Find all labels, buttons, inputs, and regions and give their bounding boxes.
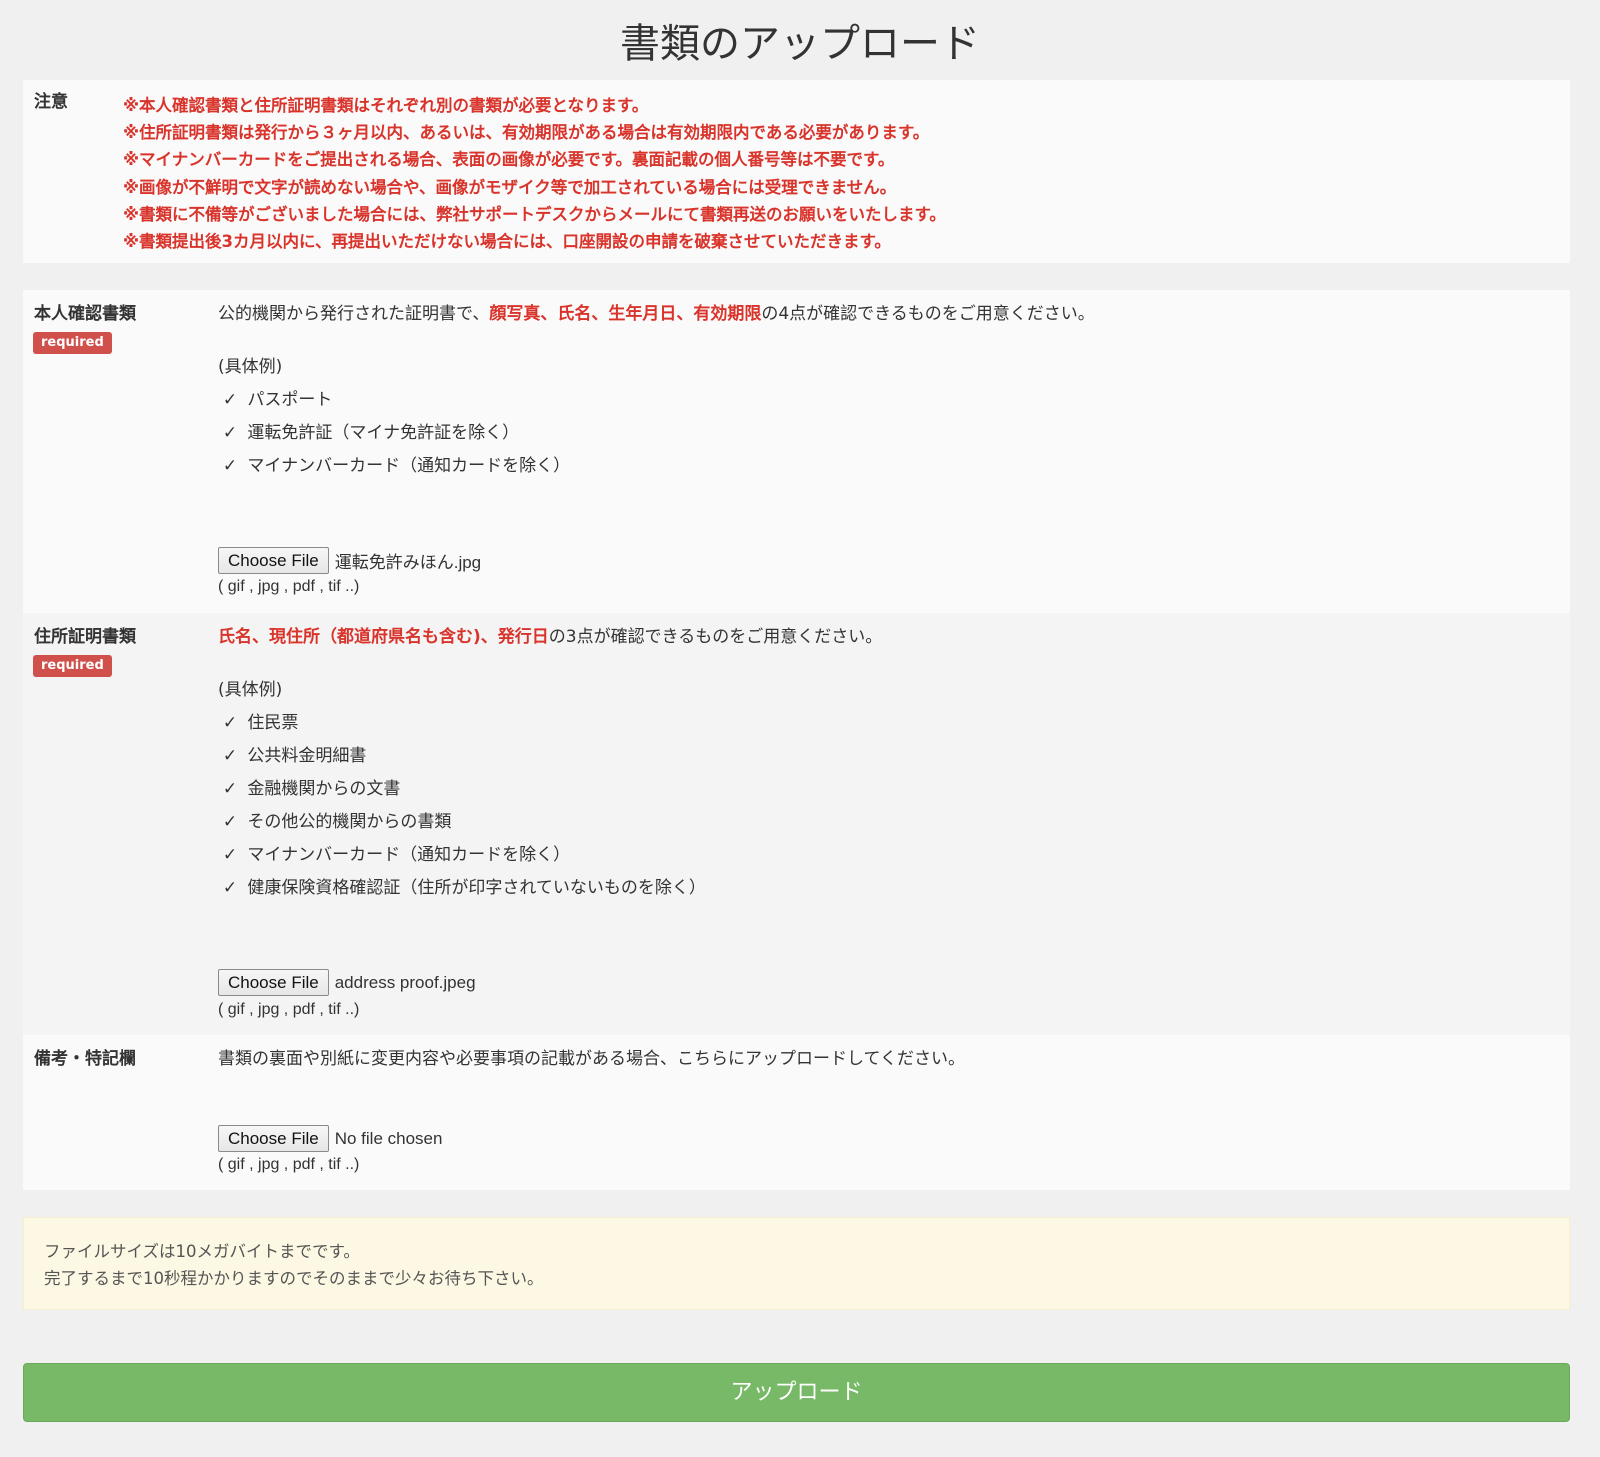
info-alert: ファイルサイズは10メガバイトまでです。 完了するまで10秒程かかりますのでその… — [23, 1217, 1570, 1310]
checkmark-icon: ✓ — [222, 845, 238, 865]
choose-file-button[interactable]: Choose File — [218, 547, 329, 574]
selected-file-name: No file chosen — [334, 1128, 443, 1148]
notice-list: ※本人確認書類と住所証明書類はそれぞれ別の書類が必要となります。 ※住所証明書類… — [123, 92, 946, 255]
list-item: ✓ 住民票 — [218, 707, 706, 740]
notice-line: ※住所証明書類は発行から３ヶ月以内、あるいは、有効期限がある場合は有効期限内であ… — [123, 123, 930, 143]
address-label: 住所証明書類 — [34, 627, 136, 647]
list-item: ✓ マイナンバーカード（通知カードを除く） — [218, 839, 706, 872]
checkmark-icon: ✓ — [222, 746, 238, 766]
checkmark-icon: ✓ — [222, 878, 238, 898]
file-type-hint: ( gif , jpg , pdf , tif ..) — [218, 1001, 360, 1018]
address-desc-highlight: 氏名、現住所（都道府県名も含む)、発行日 — [218, 627, 549, 647]
checkmark-icon: ✓ — [222, 812, 238, 832]
identity-desc-prefix: 公的機関から発行された証明書で、 — [218, 304, 490, 324]
upload-button[interactable]: アップロード — [23, 1363, 1570, 1422]
identity-examples-list: ✓ パスポート ✓ 運転免許証（マイナ免許証を除く） ✓ マイナンバーカード（通… — [218, 384, 570, 483]
checkmark-icon: ✓ — [222, 713, 238, 733]
selected-file-name: address proof.jpeg — [334, 972, 476, 992]
page-title: 書類のアップロード — [620, 21, 980, 67]
address-document-panel: 住所証明書類 required 氏名、現住所（都道府県名も含む)、発行日の3点が… — [23, 613, 1570, 1035]
choose-file-button[interactable]: Choose File — [218, 1125, 329, 1152]
notice-line: ※書類提出後3カ月以内に、再提出いただけない場合には、口座開設の申請を破棄させて… — [123, 232, 891, 252]
info-line: 完了するまで10秒程かかりますのでそのままで少々お待ち下さい。 — [44, 1269, 544, 1288]
remarks-file-input[interactable]: Choose File No file chosen — [218, 1125, 442, 1152]
notice-line: ※本人確認書類と住所証明書類はそれぞれ別の書類が必要となります。 — [123, 96, 649, 115]
file-type-hint: ( gif , jpg , pdf , tif ..) — [218, 1156, 360, 1173]
info-line: ファイルサイズは10メガバイトまでです。 — [44, 1242, 360, 1261]
choose-file-button[interactable]: Choose File — [218, 969, 329, 996]
list-item: ✓ マイナンバーカード（通知カードを除く） — [218, 450, 570, 483]
notice-line: ※マイナンバーカードをご提出される場合、表面の画像が必要です。裏面記載の個人番号… — [123, 150, 895, 170]
checkmark-icon: ✓ — [222, 390, 238, 410]
checkmark-icon: ✓ — [222, 456, 238, 476]
remarks-description: 書類の裏面や別紙に変更内容や必要事項の記載がある場合、こちらにアップロードしてく… — [218, 1049, 965, 1069]
notice-line: ※画像が不鮮明で文字が読めない場合や、画像がモザイク等で加工されている場合には受… — [123, 177, 897, 197]
identity-examples-title: (具体例) — [218, 357, 283, 377]
list-item: ✓ 健康保険資格確認証（住所が印字されていないものを除く） — [218, 872, 706, 905]
remarks-panel: 備考・特記欄 書類の裏面や別紙に変更内容や必要事項の記載がある場合、こちらにアッ… — [23, 1035, 1570, 1190]
list-item: ✓ 金融機関からの文書 — [218, 773, 706, 806]
identity-desc-suffix: の4点が確認できるものをご用意ください。 — [761, 304, 1095, 324]
address-examples-list: ✓ 住民票 ✓ 公共料金明細書 ✓ 金融機関からの文書 ✓ その他公的機関からの… — [218, 707, 706, 905]
identity-label: 本人確認書類 — [34, 304, 136, 324]
identity-desc-highlight: 顔写真、氏名、生年月日、有効期限 — [489, 304, 762, 324]
list-item: ✓ 運転免許証（マイナ免許証を除く） — [218, 417, 570, 450]
remarks-label: 備考・特記欄 — [34, 1049, 136, 1069]
file-type-hint: ( gif , jpg , pdf , tif ..) — [218, 578, 360, 595]
required-badge: required — [33, 332, 112, 354]
notice-label: 注意 — [34, 92, 68, 112]
list-item: ✓ その他公的機関からの書類 — [218, 806, 706, 839]
identity-document-panel: 本人確認書類 required 公的機関から発行された証明書で、顔写真、氏名、生… — [23, 290, 1570, 613]
address-description: 氏名、現住所（都道府県名も含む)、発行日の3点が確認できるものをご用意ください。 — [218, 625, 882, 649]
list-item: ✓ 公共料金明細書 — [218, 740, 706, 773]
required-badge: required — [33, 655, 112, 677]
address-file-input[interactable]: Choose File address proof.jpeg — [218, 969, 476, 996]
checkmark-icon: ✓ — [222, 423, 238, 443]
identity-description: 公的機関から発行された証明書で、顔写真、氏名、生年月日、有効期限の4点が確認でき… — [218, 302, 1095, 326]
address-examples-title: (具体例) — [218, 680, 283, 700]
identity-file-input[interactable]: Choose File 運転免許みほん.jpg — [218, 547, 481, 574]
notice-panel: 注意 ※本人確認書類と住所証明書類はそれぞれ別の書類が必要となります。 ※住所証… — [23, 80, 1570, 263]
address-desc-suffix: の3点が確認できるものをご用意ください。 — [548, 627, 883, 647]
selected-file-name: 運転免許みほん.jpg — [334, 553, 482, 572]
notice-line: ※書類に不備等がございました場合には、弊社サポートデスクからメールにて書類再送の… — [123, 204, 946, 224]
list-item: ✓ パスポート — [218, 384, 570, 417]
checkmark-icon: ✓ — [222, 779, 238, 799]
